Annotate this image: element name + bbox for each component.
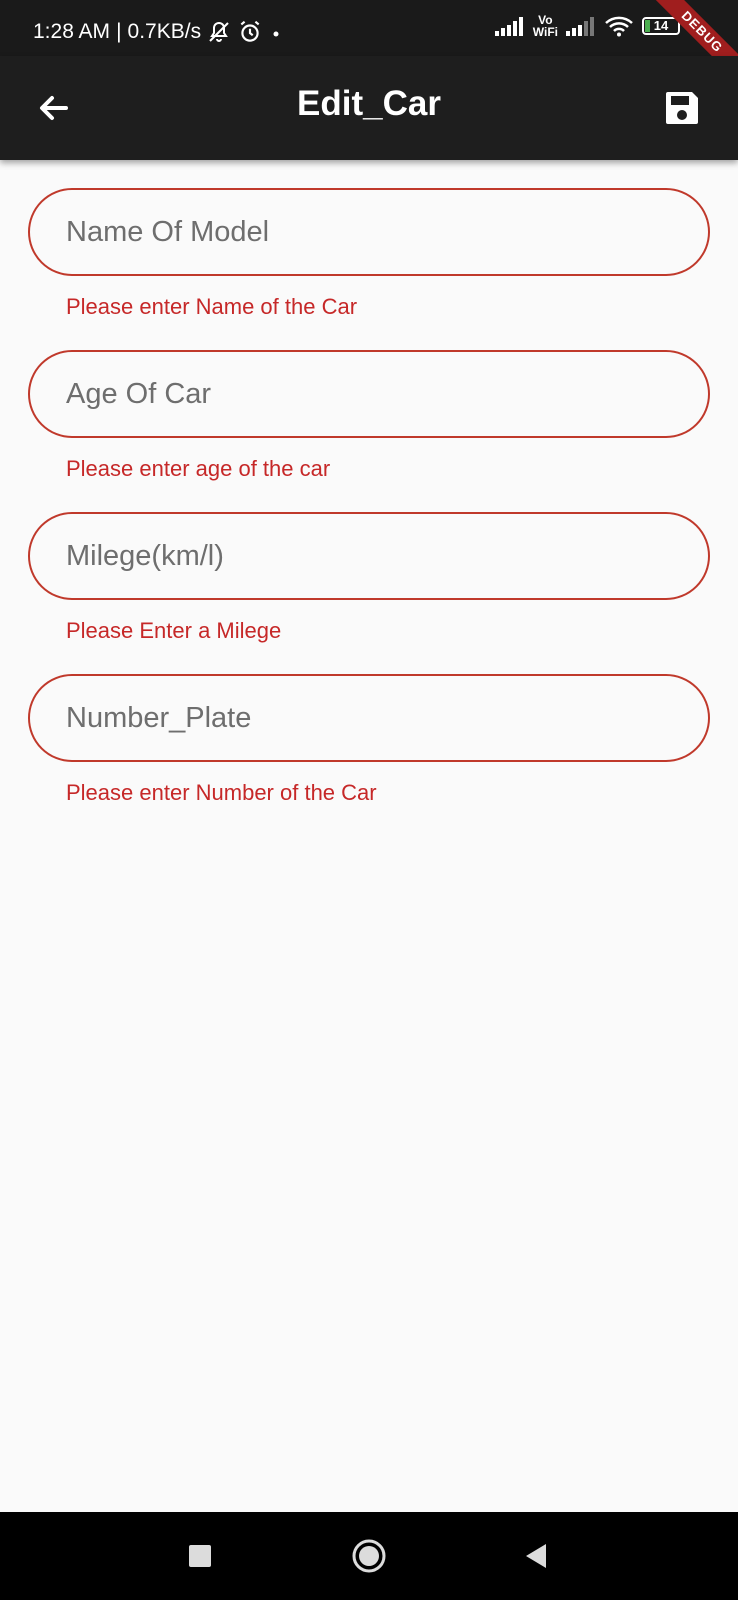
number-plate-field: Please enter Number of the Car (28, 674, 710, 836)
app-bar: Edit_Car (0, 56, 738, 160)
wifi-icon (605, 16, 633, 37)
mileage-input[interactable] (28, 512, 710, 600)
battery-fill (645, 20, 650, 32)
number-plate-error: Please enter Number of the Car (66, 780, 377, 805)
vowifi-label: Vo WiFi (533, 14, 558, 38)
car-age-input[interactable] (28, 350, 710, 438)
back-triangle-icon[interactable] (514, 1534, 558, 1578)
recents-square-icon[interactable] (178, 1534, 222, 1578)
status-right: Vo WiFi 14 (494, 14, 680, 38)
model-name-input[interactable] (28, 188, 710, 276)
status-time: 1:28 AM (33, 20, 111, 43)
status-net-speed: 0.7KB/s (127, 20, 202, 43)
dot-icon (273, 31, 279, 37)
model-name-error: Please enter Name of the Car (66, 294, 358, 319)
vowifi-bottom: WiFi (532, 25, 558, 39)
signal-icon (494, 17, 523, 36)
car-age-error: Please enter age of the car (66, 456, 331, 481)
car-age-field: Please enter age of the car (28, 350, 710, 512)
home-circle-icon[interactable] (347, 1534, 391, 1578)
signal-icon (566, 17, 594, 36)
model-name-field: Please enter Name of the Car (28, 188, 710, 350)
battery-icon: 14 (642, 17, 680, 35)
mileage-field: Please Enter a Milege (28, 512, 710, 674)
mute-bell-icon (209, 21, 229, 42)
status-left: 1:28 AM | 0.7KB/s (33, 19, 283, 45)
status-separator: | (116, 20, 122, 43)
page-title: Edit_Car (297, 84, 441, 123)
edit-car-form: Please enter Name of the Car Please ente… (28, 188, 710, 836)
number-plate-input[interactable] (28, 674, 710, 762)
system-nav-bar (0, 1512, 738, 1600)
status-bar: 1:28 AM | 0.7KB/s Vo WiFi 14 DEBUG (0, 0, 738, 56)
mileage-error: Please Enter a Milege (66, 618, 282, 643)
alarm-icon (240, 20, 260, 42)
battery-level: 14 (653, 18, 669, 33)
save-icon[interactable] (662, 88, 702, 128)
